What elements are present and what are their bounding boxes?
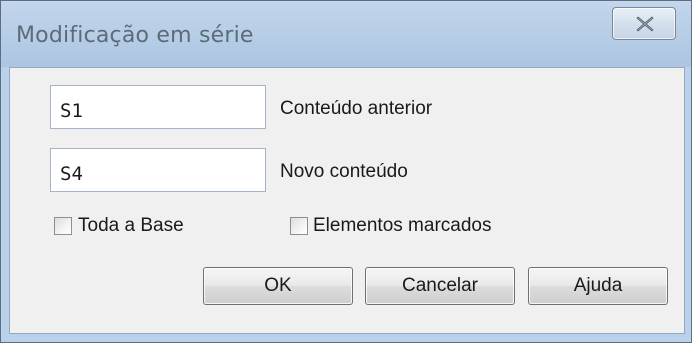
dialog-title: Modificação em série <box>16 23 254 48</box>
dialog-window: Modificação em série Conteúdo anterior N… <box>0 0 692 343</box>
old-content-input[interactable] <box>50 85 266 129</box>
close-icon <box>636 16 654 32</box>
new-content-input[interactable] <box>50 148 266 192</box>
cancel-button[interactable]: Cancelar <box>365 267 515 305</box>
marked-elements-label[interactable]: Elementos marcados <box>313 215 491 237</box>
close-button[interactable] <box>612 7 676 40</box>
title-bar[interactable]: Modificação em série <box>1 1 691 67</box>
marked-elements-checkbox[interactable] <box>290 217 308 235</box>
help-button[interactable]: Ajuda <box>528 267 668 305</box>
whole-base-label[interactable]: Toda a Base <box>78 215 184 237</box>
new-content-label: Novo conteúdo <box>280 161 408 182</box>
ok-button[interactable]: OK <box>203 267 353 305</box>
old-content-label: Conteúdo anterior <box>280 98 433 119</box>
dialog-content: Conteúdo anterior Novo conteúdo Toda a B… <box>9 67 685 334</box>
whole-base-checkbox[interactable] <box>54 217 72 235</box>
